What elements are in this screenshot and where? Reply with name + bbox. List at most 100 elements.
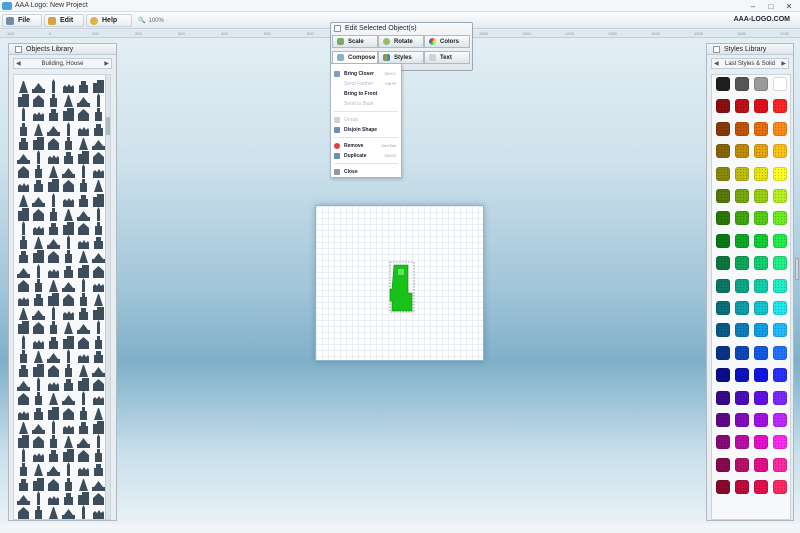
- house-icon[interactable]: [62, 348, 75, 363]
- style-swatch[interactable]: [735, 413, 749, 427]
- style-swatch[interactable]: [773, 256, 787, 271]
- barn-icon[interactable]: [47, 292, 60, 306]
- pagoda-icon[interactable]: [77, 292, 90, 306]
- barn-icon[interactable]: [47, 178, 60, 193]
- crane-icon[interactable]: [47, 192, 60, 207]
- temple-icon[interactable]: [17, 363, 30, 377]
- pyramid-icon[interactable]: [32, 263, 45, 278]
- tower-icon[interactable]: [77, 221, 90, 235]
- maximize-icon[interactable]: □: [762, 0, 780, 12]
- disjoin-shape-item[interactable]: Disjoin Shape: [331, 125, 401, 134]
- style-swatch[interactable]: [735, 77, 749, 91]
- pagoda-icon[interactable]: [17, 150, 30, 164]
- skyscraper-icon[interactable]: [92, 164, 105, 179]
- bridge-icon[interactable]: [62, 178, 75, 193]
- factory-icon[interactable]: [77, 193, 90, 207]
- style-swatch[interactable]: [773, 278, 787, 293]
- pyramid-icon[interactable]: [32, 150, 45, 164]
- house-icon[interactable]: [92, 420, 105, 434]
- crane-icon[interactable]: [47, 419, 60, 434]
- style-swatch[interactable]: [773, 457, 787, 472]
- objects-scrollbar[interactable]: [105, 75, 110, 519]
- style-swatch[interactable]: [716, 457, 730, 472]
- lighthouse-icon[interactable]: [32, 306, 45, 321]
- bridge-icon[interactable]: [32, 335, 45, 349]
- style-swatch[interactable]: [754, 99, 768, 114]
- style-swatch[interactable]: [716, 99, 730, 114]
- lighthouse-icon[interactable]: [62, 377, 75, 392]
- pyramid-icon[interactable]: [92, 406, 105, 420]
- lighthouse-icon[interactable]: [62, 150, 75, 164]
- panel-resize-handle[interactable]: [795, 258, 799, 280]
- style-swatch[interactable]: [773, 413, 787, 427]
- style-prev-icon[interactable]: ◀: [714, 60, 719, 67]
- tree-house-icon[interactable]: [62, 363, 75, 377]
- skyscraper-icon[interactable]: [62, 207, 75, 221]
- tower-icon[interactable]: [47, 491, 60, 505]
- tower-icon[interactable]: [17, 193, 30, 207]
- bridge-icon[interactable]: [92, 363, 105, 377]
- tower-icon[interactable]: [47, 377, 60, 392]
- style-swatch[interactable]: [754, 233, 768, 248]
- castle-icon[interactable]: [32, 207, 45, 221]
- scale-button[interactable]: Scale: [332, 35, 378, 48]
- pagoda-icon[interactable]: [47, 107, 60, 122]
- style-swatch[interactable]: [716, 121, 730, 136]
- tower-icon[interactable]: [77, 448, 90, 463]
- style-swatch[interactable]: [735, 99, 749, 114]
- temple-icon[interactable]: [47, 320, 60, 335]
- help-menu-button[interactable]: Help: [86, 14, 132, 27]
- tower-icon[interactable]: [17, 79, 30, 93]
- style-swatch[interactable]: [735, 390, 749, 405]
- pyramid-icon[interactable]: [62, 335, 75, 349]
- style-swatch[interactable]: [735, 189, 749, 203]
- tower-icon[interactable]: [17, 420, 30, 434]
- temple-icon[interactable]: [47, 93, 60, 108]
- tree-house-icon[interactable]: [62, 249, 75, 264]
- style-swatch[interactable]: [716, 323, 730, 338]
- tower-icon[interactable]: [77, 335, 90, 349]
- crane-icon[interactable]: [77, 150, 90, 164]
- monument-icon[interactable]: [17, 292, 30, 306]
- crane-icon[interactable]: [17, 122, 30, 136]
- style-swatch[interactable]: [735, 301, 749, 315]
- send-to-back-item[interactable]: Send to Back: [331, 99, 401, 108]
- style-swatch[interactable]: [716, 413, 730, 427]
- temple-icon[interactable]: [77, 164, 90, 179]
- bridge-icon[interactable]: [32, 221, 45, 235]
- lighthouse-icon[interactable]: [32, 79, 45, 93]
- skyscraper-icon[interactable]: [92, 391, 105, 406]
- house-icon[interactable]: [62, 235, 75, 250]
- bridge-icon[interactable]: [92, 249, 105, 264]
- house-icon[interactable]: [32, 278, 45, 292]
- barn-icon[interactable]: [77, 249, 90, 264]
- style-swatch[interactable]: [716, 144, 730, 159]
- church-icon[interactable]: [17, 207, 30, 221]
- style-swatch[interactable]: [754, 256, 768, 271]
- style-swatch[interactable]: [773, 121, 787, 136]
- church-icon[interactable]: [77, 122, 90, 136]
- style-swatch[interactable]: [773, 99, 787, 114]
- monument-icon[interactable]: [47, 249, 60, 264]
- skyscraper-icon[interactable]: [92, 278, 105, 292]
- pagoda-icon[interactable]: [17, 377, 30, 392]
- skyscraper-icon[interactable]: [62, 434, 75, 448]
- church-icon[interactable]: [47, 278, 60, 292]
- style-swatch[interactable]: [754, 390, 768, 405]
- house-icon[interactable]: [32, 164, 45, 179]
- colors-button[interactable]: Colors: [424, 35, 470, 48]
- bring-closer-item[interactable]: Bring Closer Ctrl+C: [331, 69, 401, 78]
- castle-icon[interactable]: [32, 320, 45, 335]
- style-swatch[interactable]: [716, 189, 730, 203]
- temple-icon[interactable]: [47, 207, 60, 221]
- style-swatch[interactable]: [754, 121, 768, 136]
- monument-icon[interactable]: [77, 207, 90, 221]
- tree-house-icon[interactable]: [32, 406, 45, 420]
- style-swatch[interactable]: [773, 301, 787, 315]
- skyscraper-icon[interactable]: [32, 477, 45, 491]
- building-icon[interactable]: [32, 122, 45, 136]
- barn-icon[interactable]: [17, 334, 30, 349]
- temple-icon[interactable]: [47, 434, 60, 448]
- crane-icon[interactable]: [17, 349, 30, 363]
- castle-icon[interactable]: [62, 164, 75, 179]
